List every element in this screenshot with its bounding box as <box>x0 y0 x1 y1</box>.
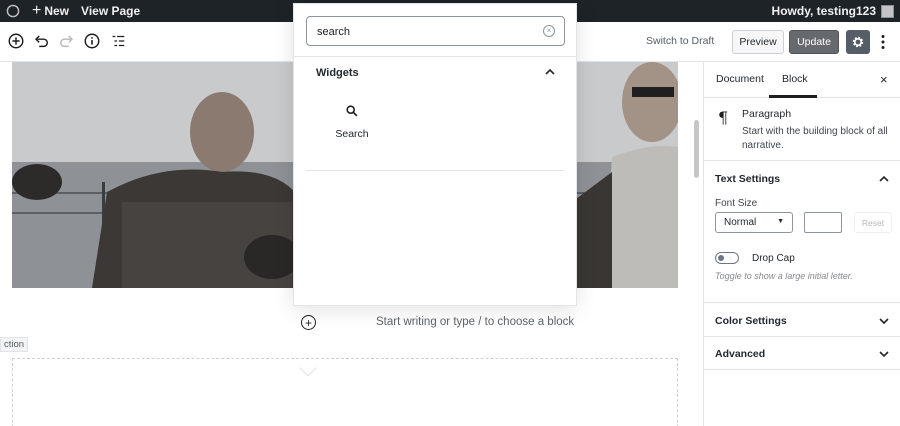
clear-search-icon[interactable]: × <box>543 25 555 37</box>
chevron-down-icon[interactable] <box>878 348 890 360</box>
block-inserter-popover: × Widgets Search <box>293 3 577 306</box>
advanced-toggle[interactable]: Advanced <box>715 348 765 360</box>
tab-document[interactable]: Document <box>716 73 764 85</box>
block-card-description: Start with the building block of all nar… <box>742 126 888 151</box>
divider <box>306 170 564 171</box>
new-label: New <box>44 4 70 18</box>
plus-circle-icon <box>8 33 24 49</box>
drop-cap-help: Toggle to show a large initial letter. <box>715 271 853 281</box>
plus-icon: + <box>32 2 42 19</box>
new-content-menu[interactable]: + New <box>26 0 75 22</box>
empty-section-block[interactable] <box>12 358 678 426</box>
chevron-up-icon[interactable] <box>544 66 556 78</box>
reset-font-size-button[interactable]: Reset <box>854 212 892 233</box>
switch-to-draft-button[interactable]: Switch to Draft <box>646 35 714 47</box>
chevron-down-icon[interactable] <box>878 315 890 327</box>
gear-icon <box>852 36 864 48</box>
color-settings-panel: Color Settings <box>704 303 900 337</box>
settings-sidebar: Document Block × ¶ Paragraph Start with … <box>703 62 900 426</box>
avatar <box>881 4 894 18</box>
drop-cap-label[interactable]: Drop Cap <box>752 253 795 264</box>
section-label-tag: ction <box>0 337 29 352</box>
block-card: ¶ Paragraph Start with the building bloc… <box>704 99 900 161</box>
editor-scrollbar[interactable] <box>694 120 699 178</box>
font-size-label: Font Size <box>715 198 758 209</box>
wordpress-logo-icon <box>6 4 20 18</box>
font-size-select[interactable]: Normal ▼ <box>715 212 793 233</box>
divider <box>294 56 576 57</box>
undo-button[interactable] <box>30 30 52 52</box>
inserter-panel-title[interactable]: Widgets <box>316 67 359 79</box>
block-search-input[interactable] <box>317 23 537 41</box>
redo-button[interactable] <box>56 30 78 52</box>
inserter-search-wrap: × <box>306 16 565 46</box>
drop-cap-toggle[interactable] <box>715 252 739 264</box>
block-navigation-button[interactable] <box>107 30 129 52</box>
add-block-button[interactable] <box>5 30 27 52</box>
paragraph-placeholder[interactable]: Start writing or type / to choose a bloc… <box>376 316 574 328</box>
chevron-up-icon[interactable] <box>878 173 890 185</box>
text-settings-toggle[interactable]: Text Settings <box>715 173 780 185</box>
more-menu-button[interactable] <box>876 30 890 54</box>
redo-icon <box>59 35 73 48</box>
greeting: Howdy, testing123 <box>771 4 876 18</box>
paragraph-icon: ¶ <box>718 108 729 127</box>
list-icon <box>112 35 125 47</box>
view-page-link[interactable]: View Page <box>75 0 146 22</box>
info-icon <box>84 33 100 49</box>
undo-icon <box>35 35 49 48</box>
toggle-knob <box>718 254 724 261</box>
more-vertical-icon <box>881 35 885 49</box>
active-tab-indicator <box>769 95 817 98</box>
account-menu[interactable]: Howdy, testing123 <box>772 0 894 22</box>
font-size-value: Normal <box>724 217 757 228</box>
wp-logo-menu[interactable] <box>0 0 26 22</box>
inserter-block-item-search[interactable]: Search <box>324 101 380 151</box>
update-button[interactable]: Update <box>789 30 839 54</box>
block-card-title: Paragraph <box>742 108 792 120</box>
tab-block[interactable]: Block <box>782 73 808 85</box>
preview-button[interactable]: Preview <box>732 30 784 54</box>
custom-font-size-input[interactable] <box>804 212 842 233</box>
color-settings-toggle[interactable]: Color Settings <box>715 315 787 327</box>
inline-inserter-toggle[interactable]: + <box>301 315 316 330</box>
close-icon[interactable]: × <box>880 72 888 87</box>
advanced-panel: Advanced <box>704 337 900 370</box>
dropdown-arrow-icon: ▼ <box>777 218 784 225</box>
content-info-button[interactable] <box>81 30 103 52</box>
sidebar-tabs: Document Block × <box>704 62 900 98</box>
settings-button[interactable] <box>846 30 870 54</box>
search-icon <box>346 105 358 117</box>
block-item-label: Search <box>335 128 369 140</box>
